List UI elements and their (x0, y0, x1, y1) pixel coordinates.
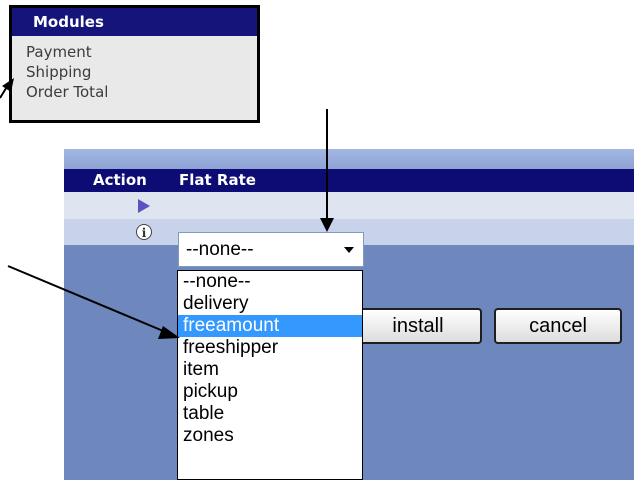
option-item[interactable]: item (178, 359, 362, 381)
option-freeamount[interactable]: freeamount (178, 315, 362, 337)
modules-item-shipping[interactable]: Shipping (26, 62, 257, 82)
option-none[interactable]: --none-- (178, 271, 362, 293)
modules-header: Modules (12, 8, 257, 36)
modules-item-order-total[interactable]: Order Total (26, 82, 257, 102)
option-zones[interactable]: zones (178, 425, 362, 447)
header-flat-rate: Flat Rate (179, 171, 256, 189)
module-select[interactable]: --none-- (178, 232, 364, 267)
info-icon[interactable]: i (136, 224, 152, 240)
modules-list: Payment Shipping Order Total (12, 36, 257, 102)
arrow-to-modules (0, 84, 9, 99)
panel-header: Action Flat Rate (64, 169, 634, 192)
install-button[interactable]: install (354, 308, 482, 344)
select-dropdown-list: --none-- delivery freeamount freeshipper… (177, 270, 363, 480)
cancel-button[interactable]: cancel (494, 308, 622, 344)
option-pickup[interactable]: pickup (178, 381, 362, 403)
option-delivery[interactable]: delivery (178, 293, 362, 315)
option-table[interactable]: table (178, 403, 362, 425)
action-row (64, 192, 634, 219)
modules-box: Modules Payment Shipping Order Total (9, 5, 260, 123)
header-action: Action (93, 171, 147, 189)
panel-top-band (64, 149, 634, 169)
chevron-down-icon[interactable] (344, 247, 354, 253)
select-value: --none-- (186, 239, 254, 260)
modules-item-payment[interactable]: Payment (26, 42, 257, 62)
play-icon[interactable] (138, 199, 150, 213)
option-freeshipper[interactable]: freeshipper (178, 337, 362, 359)
